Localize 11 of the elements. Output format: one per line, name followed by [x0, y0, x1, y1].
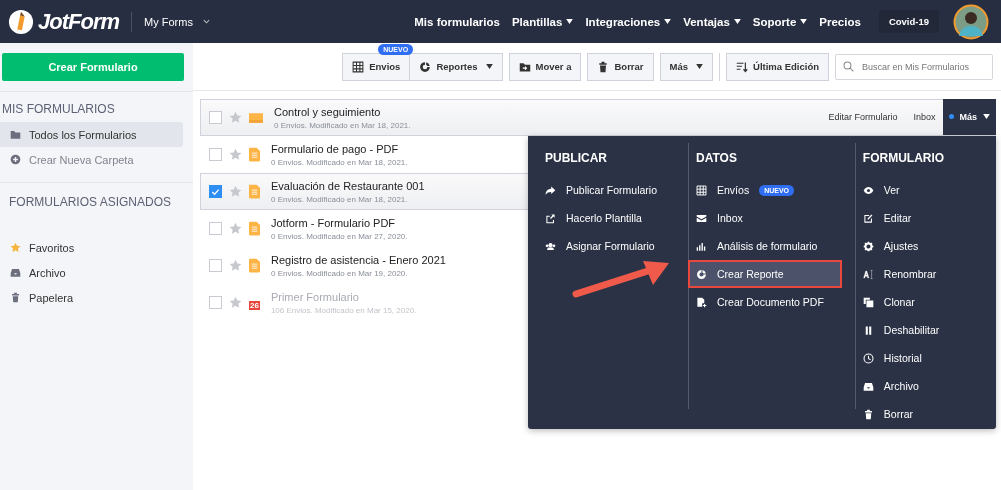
menu-heading: PUBLICAR — [544, 150, 608, 167]
form-meta: 0 Envios. Modificado en Mar 18, 2021. — [274, 120, 411, 130]
menu-heading: FORMULARIO — [861, 150, 946, 167]
calendar-icon: 26 — [249, 301, 260, 310]
section-heading: FORMULARIOS ASIGNADOS — [8, 195, 173, 211]
section-heading: MIS FORMULARIOS — [1, 102, 116, 118]
form-meta: 0 Envios. Modificado en Mar 19, 2020. — [271, 268, 409, 278]
form-meta: 0 Envios. Modificado en Mar 18, 2021. — [271, 194, 409, 204]
form-meta: 0 Envios. Modificado en Mar 18, 2021. — [271, 157, 408, 167]
form-meta: 0 Envios. Modificado en Mar 27, 2020. — [271, 231, 408, 241]
menu-heading: DATOS — [695, 150, 738, 167]
